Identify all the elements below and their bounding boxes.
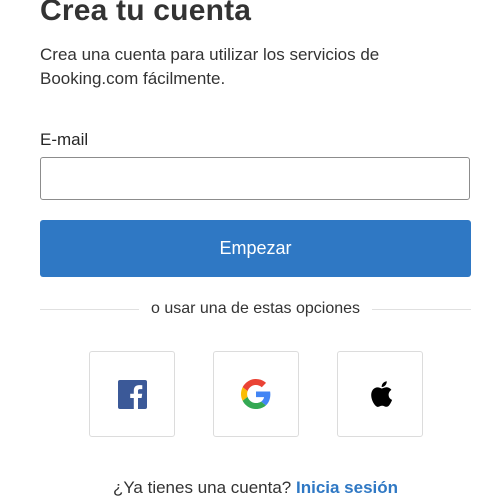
signin-link[interactable]: Inicia sesión — [296, 478, 398, 497]
google-login-button[interactable] — [213, 351, 299, 437]
apple-icon — [371, 381, 393, 407]
facebook-icon — [117, 379, 147, 409]
page-title: Crea tu cuenta — [40, 0, 252, 27]
signup-page: Crea tu cuenta Crea una cuenta para util… — [0, 0, 500, 500]
divider-text: o usar una de estas opciones — [150, 300, 361, 317]
options-divider: o usar una de estas opciones — [40, 298, 471, 320]
page-subtitle: Crea una cuenta para utilizar los servic… — [40, 45, 380, 88]
start-button[interactable]: Empezar — [40, 220, 471, 277]
google-icon — [241, 379, 271, 409]
email-label: E-mail — [40, 130, 89, 149]
email-field[interactable] — [40, 157, 470, 200]
apple-login-button[interactable] — [337, 351, 423, 437]
divider-line-right — [372, 308, 471, 310]
signin-prompt-text: ¿Ya tienes una cuenta? — [112, 478, 292, 497]
facebook-login-button[interactable] — [89, 351, 175, 437]
signin-prompt: ¿Ya tienes una cuenta? Inicia sesión — [0, 478, 500, 498]
divider-line-left — [40, 308, 139, 310]
